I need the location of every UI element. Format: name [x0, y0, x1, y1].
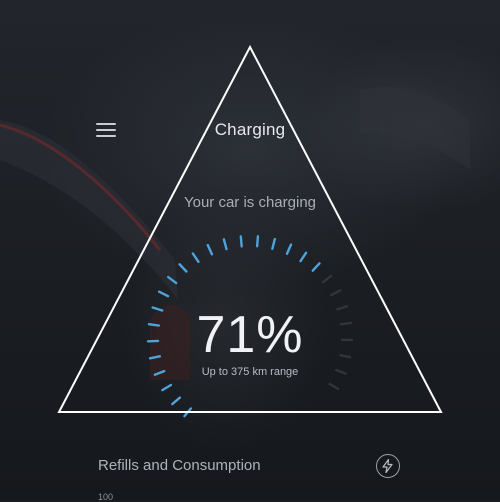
charge-gauge [0, 0, 500, 500]
gauge-tick [172, 398, 180, 404]
chart-axis-value: 100 [98, 492, 113, 502]
gauge-tick [272, 239, 274, 249]
gauge-tick [323, 276, 331, 282]
gauge-tick [301, 253, 306, 261]
gauge-tick [193, 254, 199, 262]
gauge-tick [257, 236, 258, 246]
lightning-button[interactable] [376, 454, 400, 478]
refills-consumption-label: Refills and Consumption [98, 457, 261, 474]
gauge-tick [224, 239, 227, 249]
gauge-tick [159, 292, 168, 297]
gauge-tick [313, 263, 320, 270]
gauge-tick [184, 408, 190, 416]
gauge-tick [208, 245, 212, 254]
gauge-tick [241, 236, 242, 246]
gauge-tick [330, 384, 339, 389]
gauge-tick [180, 264, 187, 271]
lightning-icon [382, 459, 393, 473]
gauge-tick [168, 277, 176, 283]
gauge-tick [162, 385, 171, 390]
gauge-tick [331, 290, 340, 295]
gauge-tick [287, 245, 291, 254]
charge-percent: 71% [0, 305, 500, 365]
range-text: Up to 375 km range [0, 366, 500, 378]
